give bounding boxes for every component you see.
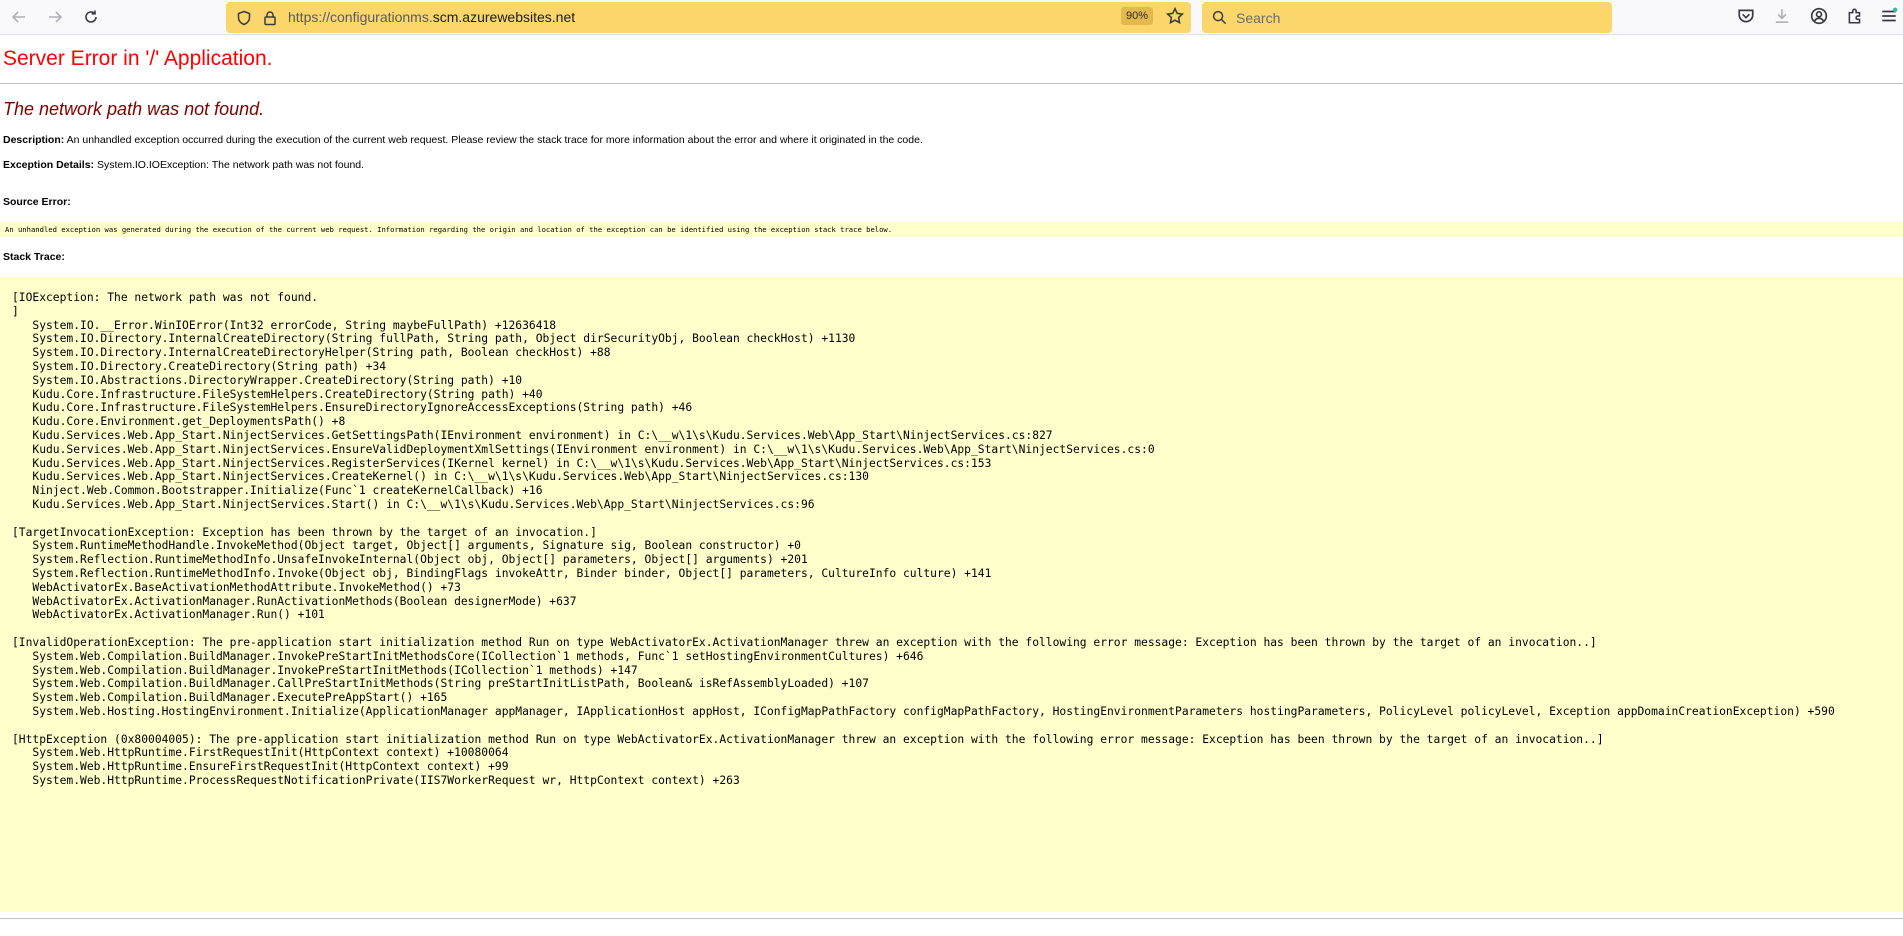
description-line: Description: An unhandled exception occu…: [3, 134, 923, 146]
stack-trace-line: [IOException: The network path was not f…: [12, 291, 319, 304]
back-button[interactable]: [8, 6, 30, 28]
stack-trace-line: System.Web.HttpRuntime.ProcessRequestNot…: [12, 774, 740, 787]
stack-trace-line: WebActivatorEx.ActivationManager.RunActi…: [12, 594, 577, 608]
pocket-icon: [1738, 9, 1754, 23]
stack-trace-box: [IOException: The network path was not f…: [0, 277, 1903, 912]
stack-trace-line: System.Web.Compilation.BuildManager.Exec…: [12, 691, 448, 705]
account-icon: [1810, 7, 1828, 25]
source-error-box: An unhandled exception was generated dur…: [0, 222, 1903, 237]
stack-trace-line: System.Web.Hosting.HostingEnvironment.In…: [12, 705, 1835, 718]
puzzle-icon: [1848, 8, 1861, 24]
stack-trace-line: System.IO.Directory.InternalCreateDirect…: [12, 332, 856, 346]
stack-trace-line: System.Reflection.RuntimeMethodInfo.Invo…: [12, 567, 992, 580]
extensions-button[interactable]: [1846, 7, 1866, 27]
bookmark-star-icon[interactable]: [1166, 7, 1184, 25]
shield-icon[interactable]: [236, 10, 252, 26]
downloads-button[interactable]: [1773, 7, 1793, 27]
arrow-left-icon: [11, 11, 25, 23]
stack-trace-line: Kudu.Services.Web.App_Start.NinjectServi…: [12, 442, 1155, 456]
page-title: Server Error in '/' Application.: [3, 47, 273, 70]
stack-trace-line: Kudu.Core.Infrastructure.FileSystemHelpe…: [12, 387, 543, 401]
account-button[interactable]: [1810, 7, 1830, 27]
pocket-button[interactable]: [1737, 7, 1757, 27]
menu-button[interactable]: [1880, 7, 1900, 27]
stack-trace-line: Kudu.Services.Web.App_Start.NinjectServi…: [12, 470, 869, 484]
stack-trace-line: ]: [12, 304, 19, 318]
reload-button[interactable]: [80, 6, 102, 28]
divider: [0, 918, 1903, 919]
source-error-label: Source Error:: [3, 196, 71, 208]
stack-trace-line: System.Web.Compilation.BuildManager.Invo…: [12, 649, 924, 663]
exception-label: Exception Details:: [3, 159, 95, 171]
arrow-right-icon: [49, 11, 63, 23]
forward-button[interactable]: [44, 6, 66, 28]
stack-trace-line: [TargetInvocationException: Exception ha…: [12, 525, 597, 539]
stack-trace-line: Kudu.Services.Web.App_Start.NinjectServi…: [12, 429, 1053, 442]
stack-trace-line: System.Web.Compilation.BuildManager.Invo…: [12, 663, 638, 677]
page-content: Server Error in '/' Application. The net…: [0, 36, 1903, 936]
stack-trace-line: System.Web.HttpRuntime.FirstRequestInit(…: [12, 746, 509, 760]
exception-text: System.IO.IOException: The network path …: [94, 159, 365, 171]
source-error-text: An unhandled exception was generated dur…: [5, 225, 893, 234]
stack-trace-line: Kudu.Services.Web.App_Start.NinjectServi…: [12, 456, 992, 470]
stack-trace-line: System.IO.Directory.InternalCreateDirect…: [12, 346, 611, 360]
divider: [0, 83, 1903, 84]
error-heading: The network path was not found.: [3, 99, 265, 119]
stack-trace-line: WebActivatorEx.ActivationManager.Run() +…: [12, 608, 325, 622]
source-error-heading: Source Error:: [3, 196, 71, 208]
search-bar[interactable]: [1202, 2, 1612, 33]
stack-trace-line: [HttpException (0x80004005): The pre-app…: [12, 732, 1604, 746]
stack-trace-line: Kudu.Services.Web.App_Start.NinjectServi…: [12, 498, 815, 511]
stack-trace-line: Kudu.Core.Environment.get_DeploymentsPat…: [12, 415, 346, 429]
url-prefix: https://configurationms.: [288, 9, 433, 25]
description-text: An unhandled exception occurred during t…: [64, 134, 923, 146]
stack-trace-label: Stack Trace:: [3, 251, 65, 263]
search-icon: [1212, 10, 1227, 25]
stack-trace-line: System.RuntimeMethodHandle.InvokeMethod(…: [12, 539, 801, 553]
stack-trace-line: Kudu.Core.Infrastructure.FileSystemHelpe…: [12, 401, 693, 415]
stack-trace-line: System.IO.Abstractions.DirectoryWrapper.…: [12, 373, 523, 387]
lock-icon[interactable]: [262, 10, 278, 26]
stack-trace-line: System.Reflection.RuntimeMethodInfo.Unsa…: [12, 553, 808, 567]
url-text[interactable]: https://configurationms.scm.azurewebsite…: [288, 9, 575, 25]
stack-trace-line: [InvalidOperationException: The pre-appl…: [12, 636, 1597, 649]
stack-trace-line: Ninject.Web.Common.Bootstrapper.Initiali…: [12, 484, 543, 498]
exception-details-line: Exception Details: System.IO.IOException…: [3, 159, 364, 171]
url-bar[interactable]: https://configurationms.scm.azurewebsite…: [226, 2, 1191, 33]
zoom-indicator[interactable]: 90%: [1121, 7, 1154, 25]
stack-trace-line: System.Web.HttpRuntime.EnsureFirstReques…: [12, 760, 509, 774]
description-label: Description:: [3, 134, 65, 146]
stack-trace-line: WebActivatorEx.BaseActivationMethodAttri…: [12, 580, 461, 594]
url-host: scm.azurewebsites.net: [432, 9, 576, 25]
hamburger-menu-icon: [1882, 7, 1898, 22]
reload-icon: [85, 10, 97, 23]
stack-trace-line: System.IO.__Error.WinIOError(Int32 error…: [12, 318, 557, 332]
download-icon: [1775, 9, 1789, 24]
stack-trace-heading: Stack Trace:: [3, 251, 65, 263]
browser-toolbar: https://configurationms.scm.azurewebsite…: [0, 0, 1903, 35]
stack-trace-line: System.Web.Compilation.BuildManager.Call…: [12, 677, 869, 691]
stack-trace-line: System.IO.Directory.CreateDirectory(Stri…: [12, 360, 387, 373]
search-input[interactable]: [1234, 7, 1598, 29]
